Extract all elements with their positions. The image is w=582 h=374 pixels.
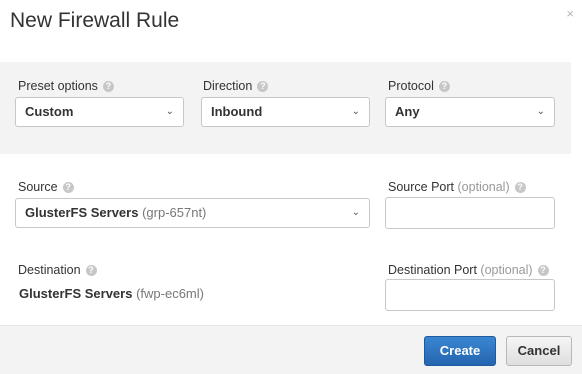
help-icon[interactable]: ? [257, 81, 269, 92]
preset-options-select[interactable]: Custom ⌄ [15, 97, 184, 127]
direction-select[interactable]: Inbound ⌄ [201, 97, 370, 127]
chevron-down-icon: ⌄ [165, 106, 174, 117]
help-icon[interactable]: ? [438, 81, 450, 92]
new-firewall-rule-dialog: New Firewall Rule × Preset options? Cust… [0, 0, 582, 374]
help-icon[interactable]: ? [514, 182, 526, 193]
chevron-down-icon: ⌄ [351, 207, 360, 218]
preset-options-label: Preset options? [18, 79, 114, 93]
help-icon[interactable]: ? [537, 265, 549, 276]
help-icon[interactable]: ? [85, 265, 97, 276]
destination-value: GlusterFS Servers (fwp-ec6ml) [19, 286, 204, 301]
destination-port-label: Destination Port (optional)? [388, 263, 549, 277]
chevron-down-icon: ⌄ [351, 106, 360, 117]
chevron-down-icon: ⌄ [536, 106, 545, 117]
create-button[interactable]: Create [424, 336, 496, 366]
source-port-label: Source Port (optional)? [388, 180, 526, 194]
cancel-button[interactable]: Cancel [506, 336, 572, 366]
destination-port-input[interactable] [385, 279, 555, 311]
help-icon[interactable]: ? [62, 182, 74, 193]
close-icon[interactable]: × [566, 6, 574, 21]
help-icon[interactable]: ? [102, 81, 114, 92]
source-select[interactable]: GlusterFS Servers (grp-657nt) ⌄ [15, 198, 370, 228]
protocol-select[interactable]: Any ⌄ [385, 97, 555, 127]
protocol-label: Protocol? [388, 79, 450, 93]
source-label: Source? [18, 180, 74, 194]
direction-label: Direction? [203, 79, 269, 93]
destination-label: Destination? [18, 263, 97, 277]
dialog-title: New Firewall Rule [10, 9, 180, 32]
source-port-input[interactable] [385, 197, 555, 229]
